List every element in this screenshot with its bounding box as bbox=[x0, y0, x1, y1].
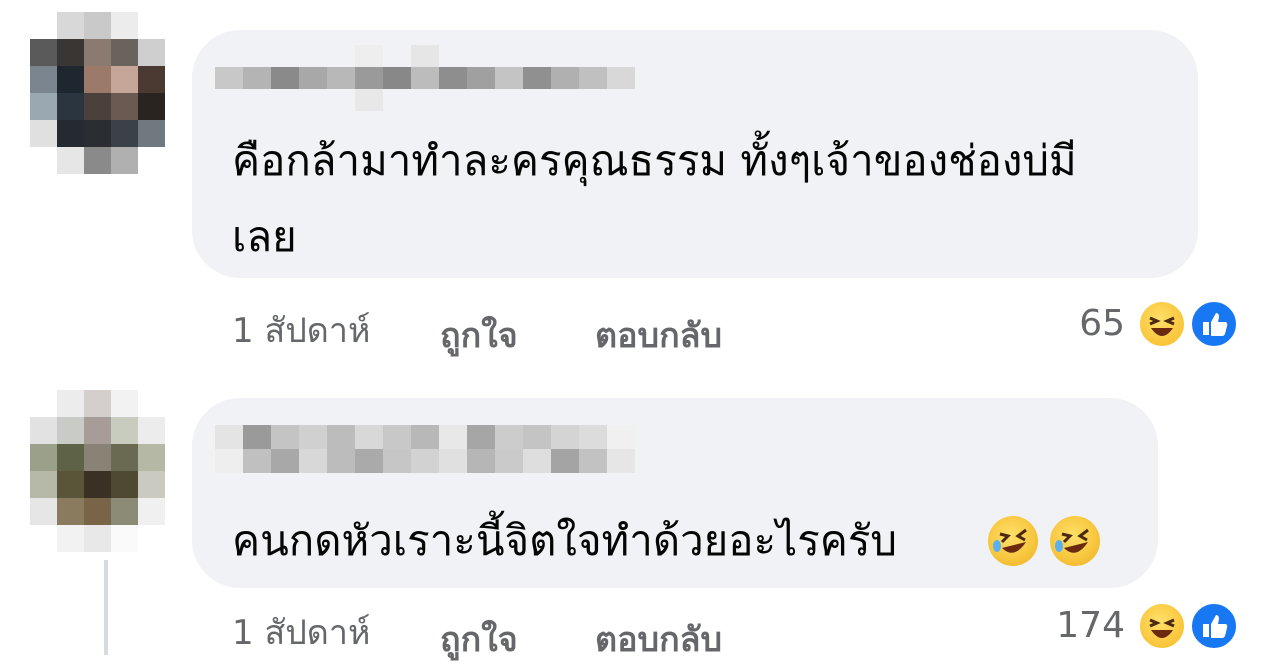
comment-timestamp[interactable]: 1 สัปดาห์ bbox=[232, 303, 370, 357]
reaction-count[interactable]: 174 bbox=[1005, 605, 1125, 646]
avatar[interactable] bbox=[30, 390, 165, 552]
laughing-emoji-icon[interactable] bbox=[1136, 600, 1188, 652]
like-button[interactable]: ถูกใจ bbox=[440, 308, 518, 362]
comment-text-line-1: คือกล้ามาทำละครคุณธรรม ทั้งๆเจ้าของช่องบ… bbox=[232, 136, 1077, 185]
author-name-blurred[interactable] bbox=[215, 425, 635, 473]
avatar[interactable] bbox=[30, 12, 165, 174]
rofl-emoji-icon bbox=[1050, 516, 1100, 566]
thread-line bbox=[104, 560, 108, 655]
laughing-emoji-icon[interactable] bbox=[1136, 298, 1188, 350]
reaction-count[interactable]: 65 bbox=[1005, 303, 1125, 344]
like-thumb-icon[interactable] bbox=[1188, 600, 1240, 652]
rofl-emoji-icon bbox=[988, 516, 1038, 566]
comment-text-line-2: เลย bbox=[232, 212, 297, 261]
author-name-blurred[interactable] bbox=[215, 45, 635, 111]
reply-button[interactable]: ตอบกลับ bbox=[595, 308, 722, 362]
like-button[interactable]: ถูกใจ bbox=[440, 612, 518, 666]
like-thumb-icon[interactable] bbox=[1188, 298, 1240, 350]
comment-timestamp[interactable]: 1 สัปดาห์ bbox=[232, 605, 370, 659]
comment-text: คนกดหัวเราะนี้จิตใจทำด้วยอะไรครับ bbox=[232, 516, 898, 565]
reply-button[interactable]: ตอบกลับ bbox=[595, 612, 722, 666]
